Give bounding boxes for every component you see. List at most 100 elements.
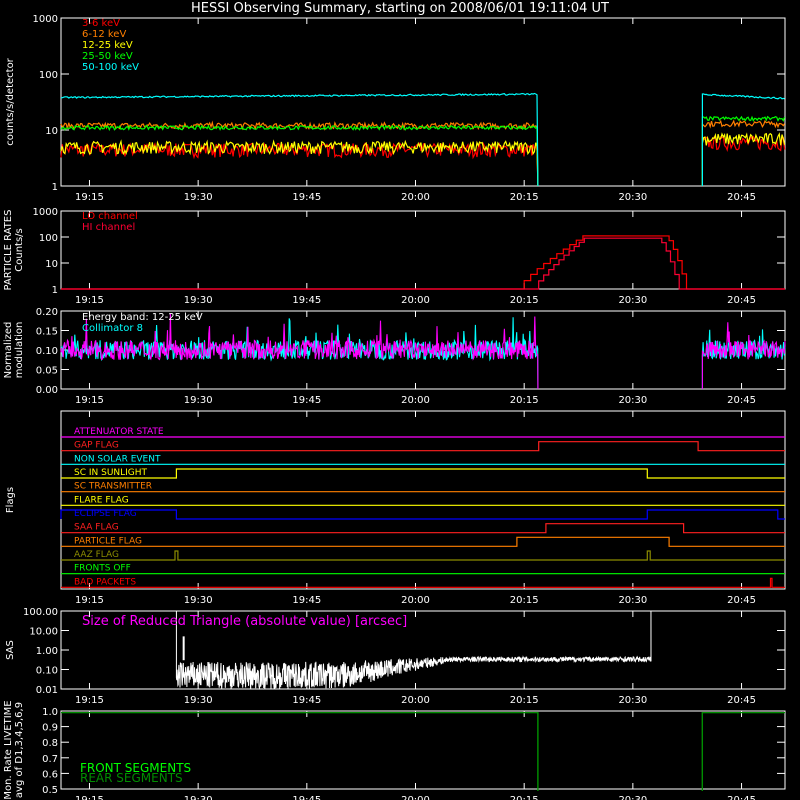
livetime-ytick-label: 0.7 <box>42 754 58 765</box>
sas-ytick-label: 1.00 <box>36 646 58 657</box>
livetime-ytick-label: 1.0 <box>42 707 58 718</box>
countrates-ytick-label: 1000 <box>33 14 58 25</box>
flag-line-bad-packets <box>61 577 785 588</box>
particle-xtick-label: 20:00 <box>401 295 430 306</box>
sas-xtick-label: 20:45 <box>727 695 756 706</box>
flag-label: SAA FLAG <box>74 523 119 533</box>
modulation-xtick-label: 19:15 <box>75 395 104 406</box>
modulation-ytick-label: 0.15 <box>36 327 58 338</box>
particle-legend-item: HI channel <box>82 222 135 233</box>
hessi-summary-chart: HESSI Observing Summary, starting on 200… <box>3 1 786 800</box>
countrate-series-3-6-keV <box>60 135 786 187</box>
flags-frame <box>60 410 786 590</box>
modulation-xtick-label: 20:15 <box>510 395 539 406</box>
countrate-series-50-100-keV <box>60 92 785 187</box>
modulation-xtick-label: 20:45 <box>727 395 756 406</box>
livetime-xtick-label: 20:30 <box>618 795 647 800</box>
sas-xtick-label: 20:00 <box>401 695 430 706</box>
modulation-ytick-label: 0.05 <box>36 366 58 377</box>
countrate-legend-item: 25-50 keV <box>82 51 133 62</box>
flag-line-sc-in-sunlight <box>61 468 785 479</box>
particle-xtick-label: 19:30 <box>184 295 213 306</box>
livetime-ytick-label: 0.5 <box>42 785 58 796</box>
flag-label: PARTICLE FLAG <box>74 536 142 546</box>
countrates-xtick-label: 19:30 <box>184 192 213 203</box>
sas-ytick-label: 0.01 <box>36 685 58 696</box>
sas-xtick-label: 19:45 <box>292 695 321 706</box>
countrate-series-12-25-keV <box>60 132 786 187</box>
flag-label: GAP FLAG <box>74 441 119 451</box>
modulation-legend-item: Collimator 8 <box>82 323 143 334</box>
sas-ylabel: SAS <box>5 640 16 660</box>
livetime-ylabel: Mon. Rate LIVETIME <box>3 700 14 799</box>
particle-ytick-label: 1000 <box>33 207 58 218</box>
sas-ytick-label: 0.10 <box>36 666 58 677</box>
sas-ytick-label: 10.00 <box>29 627 58 638</box>
livetime-xtick-label: 20:00 <box>401 795 430 800</box>
countrates-ylabel: counts/s/detector <box>5 57 16 145</box>
countrates-xtick-label: 19:15 <box>75 192 104 203</box>
livetime-ylabel-2: avg of D1,3,4,5,6,9 <box>14 702 25 798</box>
flags-xtick-label: 19:45 <box>292 595 321 606</box>
flags-xtick-label: 20:15 <box>510 595 539 606</box>
modulation-ytick-label: 0.00 <box>36 385 58 396</box>
countrates-xtick-label: 19:45 <box>292 192 321 203</box>
particle-ylabel: PARTICLE RATES <box>3 210 14 291</box>
particle-xtick-label: 19:15 <box>75 295 104 306</box>
flag-line-gap-flag <box>61 441 785 452</box>
flag-line-aaz-flag <box>61 550 785 561</box>
livetime-xtick-label: 19:45 <box>292 795 321 800</box>
sas-xtick-label: 19:30 <box>184 695 213 706</box>
flag-label: FLARE FLAG <box>74 495 129 505</box>
flags-ylabel: Flags <box>5 487 16 513</box>
particle-xtick-label: 20:45 <box>727 295 756 306</box>
particle-legend-item: LO channel <box>82 211 138 222</box>
modulation-xtick-label: 20:30 <box>618 395 647 406</box>
flag-label: NON SOLAR EVENT <box>74 454 161 464</box>
countrates-xtick-label: 20:45 <box>727 192 756 203</box>
countrates-ytick-label: 10 <box>45 126 58 137</box>
countrate-series-6-12-keV <box>60 119 786 187</box>
sas-annotation: Size of Reduced Triangle (absolute value… <box>82 614 407 629</box>
modulation-xtick-label: 19:45 <box>292 395 321 406</box>
flag-label: SC IN SUNLIGHT <box>74 468 148 478</box>
livetime-legend-item: REAR SEGMENTS <box>80 771 183 785</box>
flags-xtick-label: 20:30 <box>618 595 647 606</box>
livetime-ytick-label: 0.9 <box>42 723 58 734</box>
countrate-legend-item: 50-100 keV <box>82 62 139 73</box>
particle-series-0 <box>61 235 785 290</box>
flag-label: FRONTS OFF <box>74 564 131 574</box>
sas-xtick-label: 19:15 <box>75 695 104 706</box>
particle-ytick-label: 1 <box>52 285 58 296</box>
particle-ytick-label: 100 <box>39 233 58 244</box>
countrate-legend-item: 6-12 keV <box>82 29 126 40</box>
flag-label: SC TRANSMITTER <box>74 482 152 492</box>
countrates-frame <box>60 17 786 187</box>
sas-xtick-label: 20:15 <box>510 695 539 706</box>
flag-label: BAD PACKETS <box>74 577 136 587</box>
particle-xtick-label: 20:30 <box>618 295 647 306</box>
modulation-ylabel: Normalized <box>3 322 14 379</box>
countrates-ytick-label: 1 <box>52 182 58 193</box>
countrate-legend-item: 3-6 keV <box>82 18 120 29</box>
modulation-xtick-label: 20:00 <box>401 395 430 406</box>
flag-line-eclipse-flag <box>60 509 785 520</box>
particle-xtick-label: 19:45 <box>292 295 321 306</box>
sas-ytick-label: 100.00 <box>23 607 58 618</box>
flag-label: ECLIPSE FLAG <box>74 509 137 519</box>
livetime-xtick-label: 20:45 <box>727 795 756 800</box>
flags-xtick-label: 19:15 <box>75 595 104 606</box>
particle-ytick-label: 10 <box>45 259 58 270</box>
sas-xtick-label: 20:30 <box>618 695 647 706</box>
particle-series-1 <box>61 237 785 290</box>
livetime-ytick-label: 0.6 <box>42 769 58 780</box>
livetime-xtick-label: 19:30 <box>184 795 213 800</box>
particle-ylabel-2: Counts/s <box>14 228 25 272</box>
countrate-legend-item: 12-25 keV <box>82 40 133 51</box>
countrates-xtick-label: 20:15 <box>510 192 539 203</box>
livetime-xtick-label: 19:15 <box>75 795 104 800</box>
flags-xtick-label: 19:30 <box>184 595 213 606</box>
modulation-legend-item: Energy band: 12-25 keV <box>82 312 203 323</box>
modulation-ytick-label: 0.10 <box>36 346 58 357</box>
modulation-ytick-label: 0.20 <box>36 307 58 318</box>
